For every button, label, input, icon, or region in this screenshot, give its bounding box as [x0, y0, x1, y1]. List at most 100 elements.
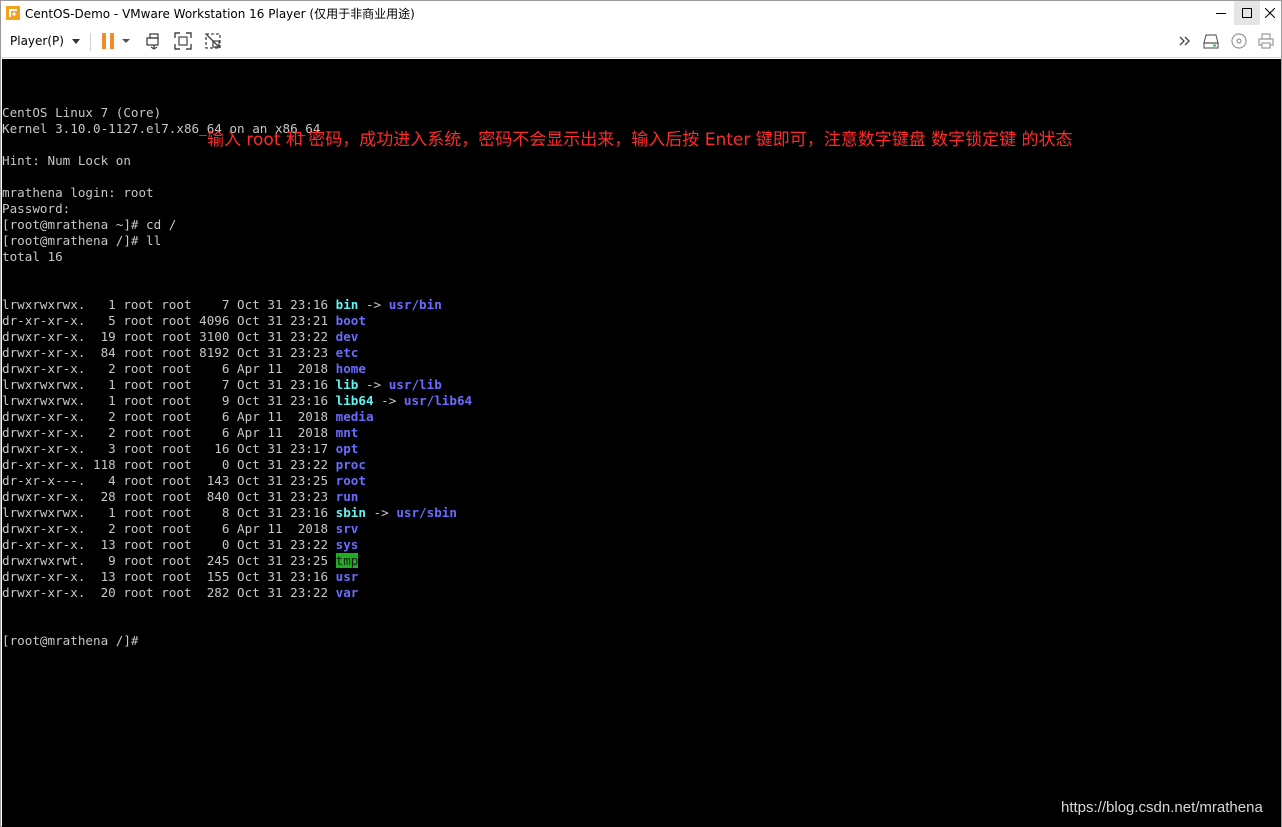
toolbar-divider	[90, 33, 91, 51]
listing-row: drwxr-xr-x. 2 root root 6 Apr 11 2018 sr…	[2, 521, 472, 537]
chevron-down-icon	[122, 39, 130, 43]
watermark-text: https://blog.csdn.net/mrathena	[1061, 799, 1263, 816]
close-button[interactable]	[1257, 1, 1282, 25]
listing-row: drwxr-xr-x. 2 root root 6 Apr 11 2018 mn…	[2, 425, 472, 441]
link-arrow: ->	[373, 393, 404, 408]
player-menu-label: Player(P)	[10, 34, 64, 48]
listing-meta: lrwxrwxrwx. 1 root root 7 Oct 31 23:16	[2, 297, 336, 312]
printer-device[interactable]	[1255, 30, 1277, 52]
listing-row: dr-xr-xr-x. 13 root root 0 Oct 31 23:22 …	[2, 537, 472, 553]
link-arrow: ->	[358, 297, 389, 312]
listing-name: lib	[335, 377, 359, 392]
listing-row: drwxr-xr-x. 84 root root 8192 Oct 31 23:…	[2, 345, 472, 361]
listing-meta: lrwxrwxrwx. 1 root root 9 Oct 31 23:16	[2, 393, 336, 408]
listing-row: lrwxrwxrwx. 1 root root 8 Oct 31 23:16 s…	[2, 505, 472, 521]
listing-row: dr-xr-xr-x. 5 root root 4096 Oct 31 23:2…	[2, 313, 472, 329]
unity-button[interactable]	[202, 30, 224, 52]
listing-name: lib64	[335, 393, 374, 408]
listing-row: drwxr-xr-x. 2 root root 6 Apr 11 2018 ho…	[2, 361, 472, 377]
listing-meta: drwxr-xr-x. 19 root root 3100 Oct 31 23:…	[2, 329, 336, 344]
toolbar: Player(P)	[1, 25, 1281, 58]
listing-meta: lrwxrwxrwx. 1 root root 8 Oct 31 23:16	[2, 505, 336, 520]
listing-name: home	[335, 361, 366, 376]
unity-icon	[205, 33, 221, 49]
link-target: usr/sbin	[396, 505, 457, 520]
listing-meta: drwxr-xr-x. 2 root root 6 Apr 11 2018	[2, 425, 336, 440]
hard-disk-device[interactable]	[1200, 30, 1222, 52]
listing-name: sbin	[335, 505, 366, 520]
link-arrow: ->	[365, 505, 397, 520]
listing-meta: dr-xr-xr-x. 13 root root 0 Oct 31 23:22	[2, 537, 336, 552]
listing-meta: lrwxrwxrwx. 1 root root 7 Oct 31 23:16	[2, 377, 336, 392]
listing-meta: dr-xr-xr-x. 5 root root 4096 Oct 31 23:2…	[2, 313, 336, 328]
maximize-icon	[1242, 8, 1252, 18]
listing-name: proc	[335, 457, 366, 472]
listing-row: lrwxrwxrwx. 1 root root 9 Oct 31 23:16 l…	[2, 393, 472, 409]
listing-name: run	[335, 489, 359, 504]
terminal-line: [root@mrathena /]# ll	[2, 233, 162, 248]
listing-meta: drwxr-xr-x. 84 root root 8192 Oct 31 23:…	[2, 345, 336, 360]
listing-name: srv	[335, 521, 359, 536]
terminal-line: Password:	[2, 201, 71, 216]
player-menu-button[interactable]: Player(P)	[4, 29, 86, 53]
listing-row: drwxrwxrwt. 9 root root 245 Oct 31 23:25…	[2, 553, 472, 569]
listing-name: sys	[335, 537, 359, 552]
listing-meta: drwxr-xr-x. 3 root root 16 Oct 31 23:17	[2, 441, 336, 456]
listing-row: drwxr-xr-x. 2 root root 6 Apr 11 2018 me…	[2, 409, 472, 425]
listing-meta: drwxrwxrwt. 9 root root 245 Oct 31 23:25	[2, 553, 336, 568]
listing-row: drwxr-xr-x. 19 root root 3100 Oct 31 23:…	[2, 329, 472, 345]
more-devices-button[interactable]	[1174, 30, 1196, 52]
vm-console[interactable]: CentOS Linux 7 (Core) Kernel 3.10.0-1127.…	[2, 59, 1281, 827]
terminal-line: Hint: Num Lock on	[2, 153, 131, 168]
listing-meta: dr-xr-xr-x. 118 root root 0 Oct 31 23:22	[2, 457, 336, 472]
printer-icon	[1258, 33, 1274, 49]
pause-dropdown[interactable]	[119, 30, 133, 52]
listing-meta: drwxr-xr-x. 2 root root 6 Apr 11 2018	[2, 409, 336, 424]
annotation-text: 输入 root 和 密码，成功进入系统，密码不会显示出来，输入后按 Enter …	[207, 130, 1073, 150]
listing-meta: drwxr-xr-x. 2 root root 6 Apr 11 2018	[2, 521, 336, 536]
listing-meta: drwxr-xr-x. 13 root root 155 Oct 31 23:1…	[2, 569, 336, 584]
listing-name: opt	[335, 441, 359, 456]
send-keys-icon	[146, 33, 159, 50]
listing-meta: drwxr-xr-x. 2 root root 6 Apr 11 2018	[2, 361, 336, 376]
close-icon	[1265, 8, 1275, 18]
minimize-button[interactable]	[1208, 1, 1234, 25]
listing-name: tmp	[335, 553, 359, 568]
send-ctrl-alt-del-button[interactable]	[143, 30, 165, 52]
listing-row: drwxr-xr-x. 3 root root 16 Oct 31 23:17 …	[2, 441, 472, 457]
listing-meta: dr-xr-x---. 4 root root 143 Oct 31 23:25	[2, 473, 336, 488]
title-bar[interactable]: CentOS-Demo - VMware Workstation 16 Play…	[1, 1, 1281, 25]
listing-row: drwxr-xr-x. 28 root root 840 Oct 31 23:2…	[2, 489, 472, 505]
double-chevron-icon	[1179, 36, 1190, 46]
cd-icon	[1231, 33, 1247, 49]
listing-name: mnt	[335, 425, 359, 440]
window-title: CentOS-Demo - VMware Workstation 16 Play…	[25, 7, 415, 21]
shell-prompt: [root@mrathena /]#	[2, 633, 139, 648]
pause-button[interactable]	[97, 30, 119, 52]
listing-row: lrwxrwxrwx. 1 root root 7 Oct 31 23:16 l…	[2, 377, 472, 393]
link-arrow: ->	[358, 377, 389, 392]
terminal-line: mrathena login: root	[2, 185, 154, 200]
vmware-icon	[6, 6, 20, 20]
listing-name: etc	[335, 345, 359, 360]
terminal-output: CentOS Linux 7 (Core) Kernel 3.10.0-1127.…	[2, 73, 472, 681]
listing-name: boot	[335, 313, 366, 328]
listing-row: dr-xr-x---. 4 root root 143 Oct 31 23:25…	[2, 473, 472, 489]
vmware-window: CentOS-Demo - VMware Workstation 16 Play…	[0, 0, 1282, 827]
fullscreen-icon	[174, 32, 192, 50]
listing-meta: drwxr-xr-x. 28 root root 840 Oct 31 23:2…	[2, 489, 336, 504]
listing-name: dev	[335, 329, 359, 344]
listing-name: bin	[335, 297, 359, 312]
hard-disk-icon	[1203, 34, 1219, 49]
fullscreen-button[interactable]	[172, 30, 194, 52]
listing-name: var	[335, 585, 359, 600]
listing-row: drwxr-xr-x. 13 root root 155 Oct 31 23:1…	[2, 569, 472, 585]
minimize-icon	[1216, 13, 1226, 14]
link-target: usr/lib64	[403, 393, 473, 408]
cd-device[interactable]	[1228, 30, 1250, 52]
chevron-down-icon	[71, 38, 80, 44]
link-target: usr/bin	[388, 297, 442, 312]
terminal-line: CentOS Linux 7 (Core)	[2, 105, 162, 120]
listing-name: usr	[335, 569, 359, 584]
